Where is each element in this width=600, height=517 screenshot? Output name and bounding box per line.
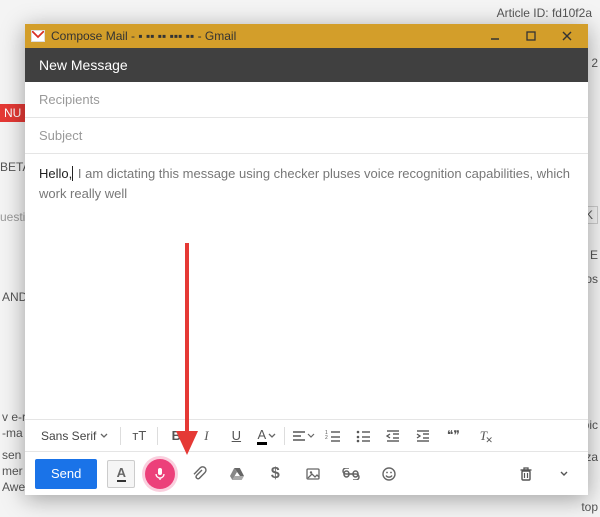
compose-action-bar: Send A $ xyxy=(25,451,588,495)
font-family-picker[interactable]: Sans Serif xyxy=(35,424,114,448)
compose-header-title: New Message xyxy=(39,57,128,73)
subject-row[interactable] xyxy=(25,118,588,154)
font-family-label: Sans Serif xyxy=(41,429,96,443)
indent-less-button[interactable] xyxy=(381,424,405,448)
window-titlebar[interactable]: Compose Mail - ▪ ▪▪ ▪▪ ▪▪▪ ▪▪ - Gmail xyxy=(25,24,588,48)
compose-window: Compose Mail - ▪ ▪▪ ▪▪ ▪▪▪ ▪▪ - Gmail Ne… xyxy=(25,24,588,495)
bg-nu-badge: NU xyxy=(0,104,25,122)
insert-money-button[interactable]: $ xyxy=(261,460,289,488)
indent-more-button[interactable] xyxy=(411,424,435,448)
formatting-toggle-button[interactable]: A xyxy=(107,460,135,488)
body-dictated-text: I am dictating this message using checke… xyxy=(39,166,570,201)
microphone-button[interactable] xyxy=(145,459,175,489)
recipients-input[interactable] xyxy=(39,92,574,107)
window-minimize-button[interactable] xyxy=(480,24,510,48)
window-close-button[interactable] xyxy=(552,24,582,48)
bg-mer: mer xyxy=(2,464,23,478)
font-size-picker[interactable]: тT xyxy=(127,424,151,448)
chevron-down-icon xyxy=(100,429,108,443)
remove-formatting-button[interactable]: T✕ xyxy=(471,424,495,448)
bulleted-list-button[interactable] xyxy=(351,424,375,448)
insert-emoji-button[interactable] xyxy=(375,460,403,488)
formatting-toolbar: Sans Serif тT B I U A 12 xyxy=(25,419,588,451)
italic-button[interactable]: I xyxy=(194,424,218,448)
attach-file-button[interactable] xyxy=(185,460,213,488)
send-button[interactable]: Send xyxy=(35,459,97,489)
align-button[interactable] xyxy=(291,424,315,448)
gmail-icon xyxy=(31,30,45,42)
insert-photo-button[interactable] xyxy=(299,460,327,488)
subject-input[interactable] xyxy=(39,128,574,143)
underline-button[interactable]: U xyxy=(224,424,248,448)
bg-awe: Awe xyxy=(2,480,25,494)
more-options-button[interactable] xyxy=(550,460,578,488)
bg-ver: v e-r xyxy=(2,410,26,424)
svg-text:2: 2 xyxy=(325,435,328,441)
body-typed-text: Hello, xyxy=(39,166,72,181)
bold-button[interactable]: B xyxy=(164,424,188,448)
insert-link-button[interactable] xyxy=(337,460,365,488)
quote-button[interactable]: ❝❞ xyxy=(441,424,465,448)
bg-sen: sen xyxy=(2,448,21,462)
bg-top: top xyxy=(581,500,598,514)
bg-article-id: Article ID: fd10f2a xyxy=(497,6,592,20)
compose-body[interactable]: Hello, I am dictating this message using… xyxy=(25,154,588,419)
bg-ma: -ma xyxy=(2,426,23,440)
text-color-button[interactable]: A xyxy=(254,424,278,448)
recipients-row[interactable] xyxy=(25,82,588,118)
insert-drive-button[interactable] xyxy=(223,460,251,488)
window-title: Compose Mail - ▪ ▪▪ ▪▪ ▪▪▪ ▪▪ - Gmail xyxy=(51,29,236,43)
discard-draft-button[interactable] xyxy=(512,460,540,488)
numbered-list-button[interactable]: 12 xyxy=(321,424,345,448)
compose-header: New Message xyxy=(25,48,588,82)
window-maximize-button[interactable] xyxy=(516,24,546,48)
